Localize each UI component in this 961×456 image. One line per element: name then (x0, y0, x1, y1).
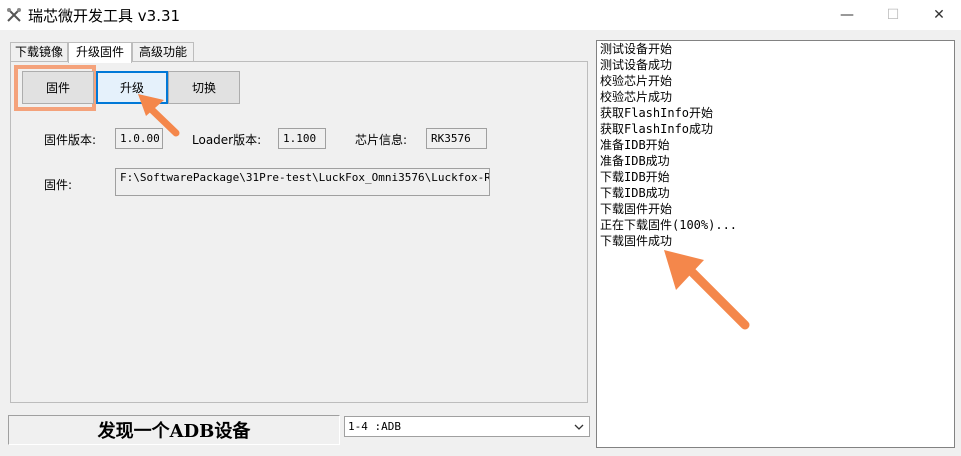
window-title: 瑞芯微开发工具 v3.31 (28, 7, 181, 25)
chevron-down-icon (573, 420, 585, 432)
firmware-version-field: 1.0.00 (115, 128, 163, 149)
log-line: 获取FlashInfo开始 (600, 106, 714, 120)
status-message: 发现一个ADB设备 (8, 415, 340, 445)
log-line: 准备IDB成功 (600, 154, 670, 168)
minimize-button[interactable]: — (824, 0, 870, 30)
log-line: 下载IDB成功 (600, 186, 670, 200)
firmware-version-label: 固件版本: (44, 133, 97, 147)
log-line: 获取FlashInfo成功 (600, 122, 714, 136)
log-line: 校验芯片成功 (600, 90, 673, 104)
upgrade-firmware-panel (10, 61, 588, 403)
switch-button[interactable]: 切换 (168, 71, 240, 104)
log-panel[interactable]: 测试设备开始 测试设备成功 校验芯片开始 校验芯片成功 获取FlashInfo开… (596, 40, 955, 448)
device-select[interactable]: 1-4 :ADB (344, 416, 590, 437)
chip-info-field: RK3576 (426, 128, 487, 149)
title-bar: 瑞芯微开发工具 v3.31 — ☐ ✕ (0, 0, 961, 30)
maximize-button[interactable]: ☐ (870, 0, 916, 30)
upgrade-button[interactable]: 升级 (96, 71, 168, 104)
log-line: 测试设备开始 (600, 42, 673, 56)
log-line: 校验芯片开始 (600, 74, 673, 88)
log-line: 准备IDB开始 (600, 138, 670, 152)
close-icon: ✕ (933, 7, 945, 23)
log-line: 测试设备成功 (600, 58, 673, 72)
device-select-value: 1-4 :ADB (348, 420, 401, 433)
tab-download-image[interactable]: 下载镜像 (10, 42, 68, 62)
firmware-button[interactable]: 固件 (22, 71, 94, 104)
tab-advanced-functions[interactable]: 高级功能 (132, 42, 194, 62)
log-line: 正在下载固件(100%)... (600, 218, 738, 232)
close-button[interactable]: ✕ (916, 0, 961, 30)
loader-version-field: 1.100 (278, 128, 326, 149)
log-line: 下载固件开始 (600, 202, 673, 216)
loader-version-label: Loader版本: (192, 133, 262, 147)
log-line: 下载固件成功 (600, 234, 673, 248)
firmware-path-label: 固件: (44, 178, 73, 192)
firmware-path-field[interactable]: F:\SoftwarePackage\31Pre-test\LuckFox_Om… (115, 168, 490, 196)
chip-info-label: 芯片信息: (355, 133, 408, 147)
log-line: 下载IDB开始 (600, 170, 670, 184)
maximize-icon: ☐ (886, 7, 900, 23)
app-logo-icon (6, 7, 22, 23)
minimize-icon: — (840, 7, 854, 23)
tab-upgrade-firmware[interactable]: 升级固件 (68, 42, 132, 63)
